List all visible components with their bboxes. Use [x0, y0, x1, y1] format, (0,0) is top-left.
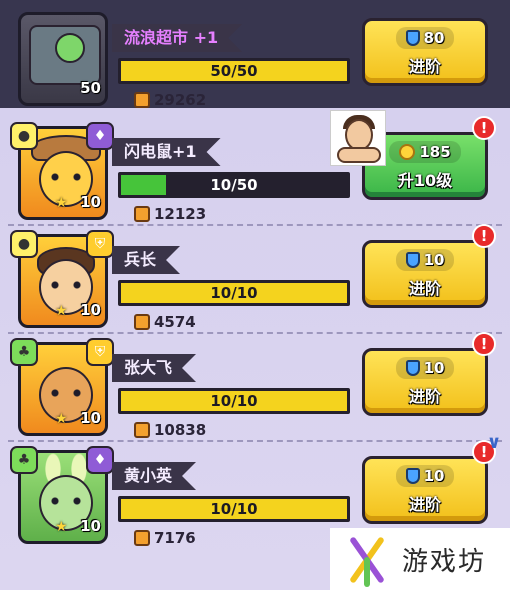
power-value: 12123 [134, 204, 206, 224]
element-badge-icon: ♣ [10, 338, 38, 366]
class-badge-icon: ♦ [86, 122, 114, 150]
user-avatar [330, 110, 386, 166]
hero-level: 10 [80, 409, 101, 427]
cost-pill: 80 [395, 27, 455, 49]
star-icon: ★ [55, 195, 68, 211]
progress-text: 10/10 [210, 500, 258, 518]
eyes-shape [51, 389, 81, 397]
advance-button[interactable]: 10 进阶 [362, 456, 488, 524]
hero-name-tag: 兵长 [112, 246, 180, 274]
hero-name: 流浪超市 [124, 28, 189, 47]
power-value: 29262 [134, 90, 206, 110]
shield-icon [405, 30, 420, 46]
element-badge-icon: ● [10, 230, 38, 258]
cost-pill: 10 [395, 465, 455, 487]
alert-icon: ! [472, 116, 496, 140]
cost-pill: 185 [389, 141, 461, 163]
watermark-text: 游戏坊 [402, 546, 487, 577]
shield-icon [405, 360, 420, 376]
fist-icon [134, 422, 150, 438]
hero-level: 10 [80, 517, 101, 535]
progress-bar: 50/50 [118, 58, 350, 84]
list-item: ★ 10 ♣ ⛨ 张大飞 10/10 10838 10 进阶 ! [0, 332, 510, 446]
progress-bar: 10/10 [118, 496, 350, 522]
class-badge-icon: ⛨ [86, 230, 114, 258]
power-number: 10838 [154, 421, 207, 439]
alert-icon: ! [472, 332, 496, 356]
hero-name-suffix: +1 [193, 28, 219, 47]
advance-button[interactable]: 10 进阶 [362, 240, 488, 308]
watermark-logo-icon [340, 533, 392, 587]
hero-name-suffix: +1 [172, 142, 197, 161]
power-number: 4574 [154, 313, 196, 331]
fist-icon [134, 530, 150, 546]
hero-name-tag: 闪电鼠+1 [112, 138, 221, 166]
power-number: 12123 [154, 205, 207, 223]
cost-value: 10 [423, 251, 445, 269]
hero-name-tag: 张大飞 [112, 354, 196, 382]
star-icon: ★ [55, 411, 68, 427]
element-badge-icon: ● [10, 122, 38, 150]
hero-name-tag: 流浪超市 +1 [112, 24, 242, 52]
list-item: 50 流浪超市 +1 50/50 29262 80 进阶 [0, 8, 510, 116]
fist-icon [134, 92, 150, 108]
watermark: 游戏坊 [330, 528, 510, 590]
alert-icon: ! [472, 224, 496, 248]
hero-name: 闪电鼠 [124, 142, 173, 161]
button-label: 进阶 [408, 279, 441, 298]
button-label: 进阶 [408, 387, 441, 406]
hero-level: 10 [80, 301, 101, 319]
progress-text: 50/50 [210, 62, 258, 80]
cost-pill: 10 [395, 357, 455, 379]
hero-level: 10 [80, 193, 101, 211]
hero-name-tag: 黄小英 [112, 462, 196, 490]
chevron-down-icon[interactable]: ∨ [484, 432, 504, 453]
star-icon: ★ [55, 519, 68, 535]
progress-bar: 10/10 [118, 388, 350, 414]
fist-icon [134, 314, 150, 330]
progress-text: 10/50 [210, 176, 258, 194]
advance-button[interactable]: 10 进阶 [362, 348, 488, 416]
power-value: 4574 [134, 312, 196, 332]
button-label: 升10级 [397, 171, 453, 190]
shield-icon [405, 468, 420, 484]
cost-value: 80 [423, 29, 445, 47]
progress-bar: 10/50 [118, 172, 350, 198]
store-building-icon [29, 25, 101, 85]
eyes-shape [51, 281, 81, 289]
hero-name: 黄小英 [124, 466, 173, 485]
fist-icon [134, 206, 150, 222]
button-label: 进阶 [408, 495, 441, 514]
element-badge-icon: ♣ [10, 446, 38, 474]
hero-name: 兵长 [124, 250, 157, 269]
hero-name: 张大飞 [124, 358, 173, 377]
star-icon: ★ [55, 303, 68, 319]
cost-value: 185 [419, 143, 451, 161]
progress-bar: 10/10 [118, 280, 350, 306]
progress-text: 10/10 [210, 284, 258, 302]
cost-pill: 10 [395, 249, 455, 271]
shield-icon [405, 252, 420, 268]
advance-button[interactable]: 80 进阶 [362, 18, 488, 86]
button-label: 进阶 [408, 57, 441, 76]
power-value: 10838 [134, 420, 206, 440]
hero-level: 50 [80, 79, 101, 97]
class-badge-icon: ♦ [86, 446, 114, 474]
power-value: 7176 [134, 528, 196, 548]
class-badge-icon: ⛨ [86, 338, 114, 366]
eyes-shape [51, 497, 81, 505]
eyes-shape [51, 173, 81, 181]
cost-value: 10 [423, 359, 445, 377]
power-number: 7176 [154, 529, 196, 547]
coin-icon [399, 144, 416, 160]
progress-text: 10/10 [210, 392, 258, 410]
cost-value: 10 [423, 467, 445, 485]
hero-portrait[interactable]: 50 [18, 12, 108, 106]
power-number: 29262 [154, 91, 207, 109]
list-item: ★ 10 ● ♦ 闪电鼠+1 10/50 12123 185 升10级 ! [0, 116, 510, 230]
list-item: ★ 10 ● ⛨ 兵长 10/10 4574 10 进阶 ! [0, 224, 510, 338]
